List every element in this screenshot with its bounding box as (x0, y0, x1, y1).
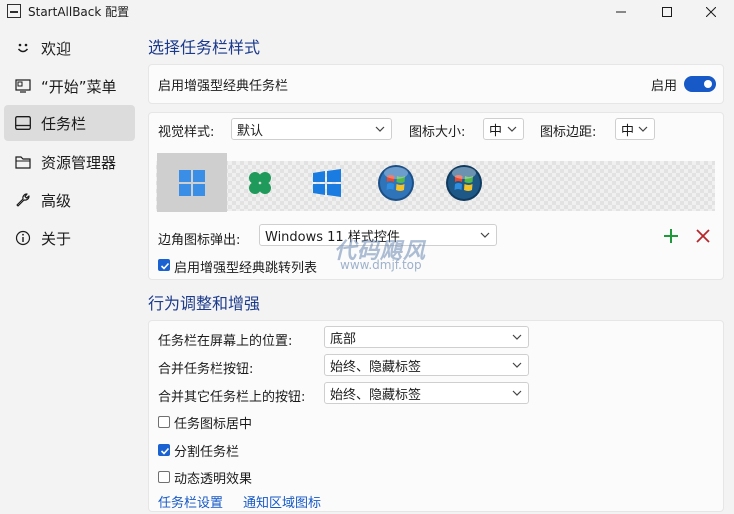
split-taskbar-checkbox[interactable] (158, 444, 170, 456)
split-taskbar-label: 分割任务栏 (174, 445, 240, 460)
windows-vista-orb-icon (446, 164, 482, 201)
sidebar-item-welcome[interactable]: 欢迎 (4, 30, 135, 66)
section-heading-behavior: 行为调整和增强 (148, 294, 261, 313)
app-icon (7, 4, 21, 18)
jumplist-label: 启用增强型经典跳转列表 (174, 261, 318, 276)
combine-other-select[interactable]: 始终、隐藏标签 (324, 382, 529, 404)
section-heading-taskbar-style: 选择任务栏样式 (148, 38, 261, 57)
smile-icon (15, 40, 31, 56)
plus-icon (664, 229, 678, 243)
icon-size-select[interactable]: 中 (483, 118, 524, 140)
style-option-windows10[interactable] (292, 153, 362, 212)
taskbar-icon (15, 115, 31, 131)
checkmark-icon (160, 447, 170, 455)
minimize-button[interactable] (598, 0, 644, 24)
close-icon (706, 7, 716, 17)
combine-value: 始终、隐藏标签 (330, 359, 422, 375)
icon-size-label: 图标大小: (409, 125, 466, 140)
chevron-down-icon (511, 387, 523, 399)
chevron-down-icon (479, 229, 491, 241)
sidebar-item-taskbar[interactable]: 任务栏 (4, 105, 135, 141)
maximize-icon (662, 7, 672, 17)
taskbar-settings-link[interactable]: 任务栏设置 (158, 492, 223, 511)
combine-label: 合并任务栏按钮: (158, 362, 254, 377)
position-value: 底部 (330, 331, 357, 347)
info-icon (15, 230, 31, 246)
sidebar-item-explorer[interactable]: 资源管理器 (4, 144, 135, 180)
wrench-icon (15, 192, 31, 208)
notification-icons-link[interactable]: 通知区域图标 (243, 492, 321, 511)
style-option-vista[interactable] (429, 153, 499, 212)
style-option-windows11[interactable] (157, 153, 227, 212)
remove-button[interactable] (693, 226, 713, 246)
sidebar-item-advanced[interactable]: 高级 (4, 182, 135, 218)
sidebar-item-about[interactable]: 关于 (4, 220, 135, 256)
windows7-orb-icon (378, 164, 414, 201)
sidebar-item-label: 关于 (41, 229, 72, 248)
visual-style-select[interactable]: 默认 (231, 118, 392, 140)
toggle-knob (704, 80, 712, 88)
icon-size-value: 中 (489, 123, 503, 139)
icon-margin-value: 中 (621, 123, 635, 139)
visual-style-value: 默认 (237, 123, 264, 139)
icon-margin-select[interactable]: 中 (615, 118, 655, 140)
combine-other-label: 合并其它任务栏上的按钮: (158, 390, 306, 405)
visual-style-label: 视觉样式: (158, 125, 215, 140)
sidebar-item-label: 高级 (41, 191, 72, 210)
folder-icon (15, 154, 31, 170)
add-button[interactable] (661, 226, 681, 246)
watermark-url: www.dmjf.top (340, 258, 422, 272)
jumplist-checkbox[interactable] (158, 259, 170, 271)
sidebar-item-label: 任务栏 (41, 114, 87, 133)
chevron-down-icon (511, 331, 523, 343)
chevron-down-icon (511, 359, 523, 371)
sidebar-item-start-menu[interactable]: “开始”菜单 (4, 68, 135, 104)
maximize-button[interactable] (644, 0, 690, 24)
center-icons-checkbox[interactable] (158, 416, 170, 428)
checkmark-icon (160, 262, 170, 270)
minimize-icon (616, 11, 626, 13)
corner-popup-label: 边角图标弹出: (158, 233, 241, 248)
clover-logo-icon (249, 171, 271, 194)
style-option-windows7[interactable] (361, 153, 431, 212)
style-option-clover[interactable] (225, 153, 295, 212)
windows10-logo-icon (313, 168, 341, 197)
combine-select[interactable]: 始终、隐藏标签 (324, 354, 529, 376)
enhanced-taskbar-toggle[interactable] (684, 76, 716, 92)
dynamic-transparency-checkbox[interactable] (158, 471, 170, 483)
position-select[interactable]: 底部 (324, 326, 529, 348)
enhanced-taskbar-label: 启用增强型经典任务栏 (158, 79, 289, 94)
toggle-label: 启用 (651, 79, 678, 94)
window-title: StartAllBack 配置 (28, 5, 130, 19)
windows11-logo-icon (179, 169, 205, 196)
chevron-down-icon (637, 123, 649, 135)
position-label: 任务栏在屏幕上的位置: (158, 334, 293, 349)
sidebar-item-label: 资源管理器 (41, 153, 117, 172)
icon-margin-label: 图标边距: (540, 125, 597, 140)
sidebar-item-label: 欢迎 (41, 39, 72, 58)
chevron-down-icon (374, 123, 386, 135)
center-icons-label: 任务图标居中 (174, 417, 253, 432)
start-menu-icon (15, 78, 31, 94)
dynamic-transparency-label: 动态透明效果 (174, 472, 253, 487)
chevron-down-icon (506, 123, 518, 135)
close-button[interactable] (688, 0, 734, 24)
combine-other-value: 始终、隐藏标签 (330, 387, 422, 403)
sidebar-item-label: “开始”菜单 (41, 77, 117, 96)
remove-icon (696, 229, 710, 243)
